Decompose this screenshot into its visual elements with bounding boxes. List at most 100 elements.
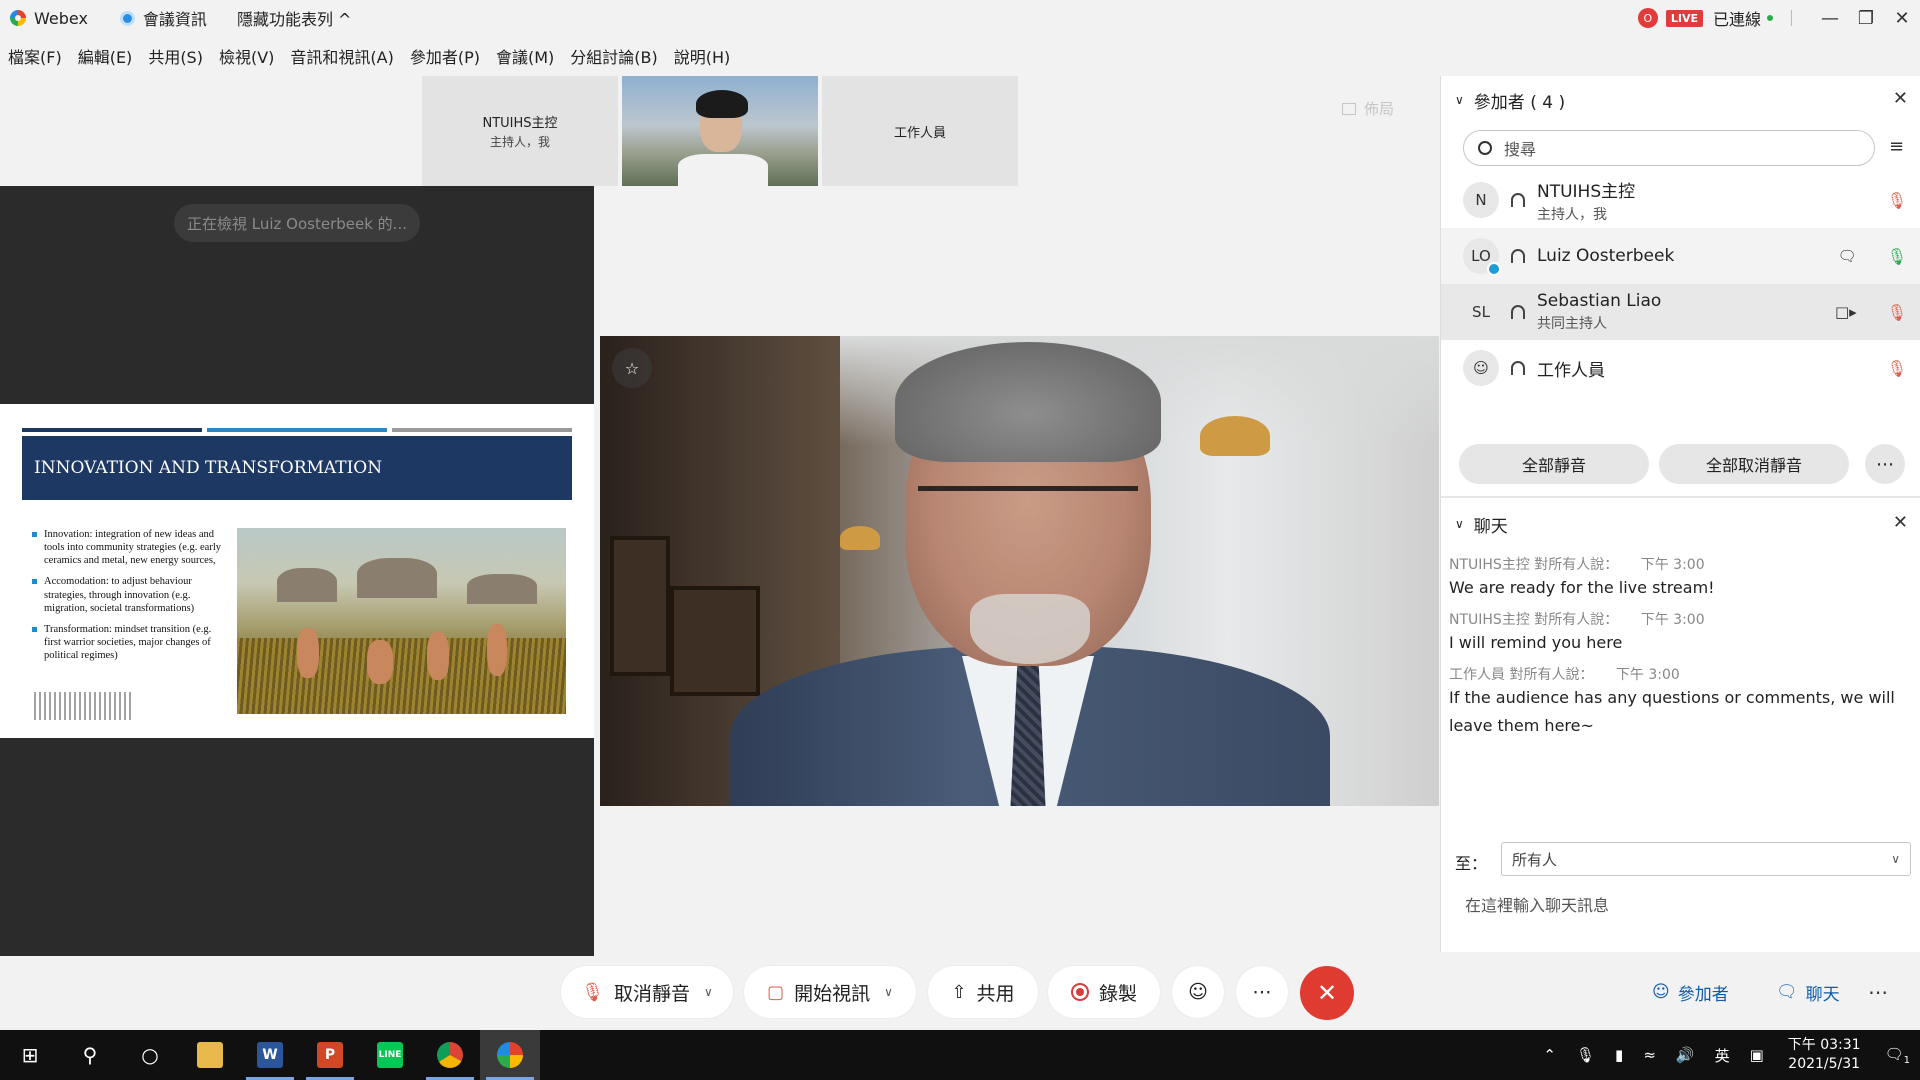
thumbnail-host[interactable]: NTUIHS主控 主持人，我 xyxy=(422,76,618,186)
taskbar-clock[interactable]: 下午 03:31 2021/5/31 xyxy=(1788,1036,1861,1074)
participant-icons: □▸ 🎙 xyxy=(1835,303,1907,322)
chevron-down-icon[interactable]: ∨ xyxy=(704,985,713,999)
file-explorer-icon[interactable] xyxy=(180,1030,240,1080)
meeting-info-button[interactable]: 會議資訊 xyxy=(119,6,207,30)
participants-toggle-button[interactable]: ☺ 參加者 xyxy=(1652,966,1729,1018)
chat-text: We are ready for the live stream! xyxy=(1449,578,1715,597)
chat-toggle-button[interactable]: 🗨 聊天 xyxy=(1776,966,1840,1018)
menu-share[interactable]: 共用(S) xyxy=(148,44,203,68)
video-person-hair xyxy=(895,342,1161,462)
word-icon[interactable]: W xyxy=(240,1030,300,1080)
menu-view[interactable]: 檢視(V) xyxy=(219,44,274,68)
pin-icon[interactable]: ☆ xyxy=(612,348,652,388)
chat-sender: 工作人員 對所有人說： xyxy=(1449,667,1594,683)
participant-search-input[interactable]: 搜尋 xyxy=(1463,130,1875,166)
chat-bubble-icon[interactable]: 🗨 xyxy=(1838,247,1857,265)
powerpoint-icon[interactable]: P xyxy=(300,1030,360,1080)
participants-header[interactable]: ∨ 參加者 ( 4 ) xyxy=(1455,84,1565,116)
notifications-icon[interactable]: 🗨1 xyxy=(1885,1045,1910,1066)
chrome-icon[interactable] xyxy=(420,1030,480,1080)
live-badge[interactable]: LIVE xyxy=(1665,9,1703,27)
mic-active-icon[interactable]: 🎙 xyxy=(1887,247,1907,266)
mic-muted-locked-icon[interactable]: 🎙 xyxy=(1887,359,1907,378)
share-button[interactable]: ⇧ 共用 xyxy=(928,966,1038,1018)
mic-muted-icon[interactable]: 🎙 xyxy=(1887,303,1907,322)
clock-date: 2021/5/31 xyxy=(1788,1056,1861,1072)
webex-logo-icon xyxy=(10,10,26,26)
webex-taskbar-icon[interactable] xyxy=(480,1030,540,1080)
menu-participants[interactable]: 參加者(P) xyxy=(410,44,480,68)
slide-bullet: Transformation: mindset transition (e.g.… xyxy=(30,623,230,662)
chevron-down-icon[interactable]: ∨ xyxy=(884,985,893,999)
participant-name: NTUIHS主控 xyxy=(1537,181,1636,202)
mute-all-button[interactable]: 全部靜音 xyxy=(1459,444,1649,484)
unmute-all-button[interactable]: 全部取消靜音 xyxy=(1659,444,1849,484)
record-label: 錄製 xyxy=(1098,982,1137,1005)
slide-logos xyxy=(34,692,134,720)
restore-icon[interactable]: ❐ xyxy=(1848,8,1884,29)
chat-sender: NTUIHS主控 對所有人說： xyxy=(1449,612,1619,628)
menu-audio-video[interactable]: 音訊和視訊(A) xyxy=(290,44,393,68)
sort-icon[interactable]: ≡ xyxy=(1889,136,1904,157)
microphone-tray-icon[interactable]: 🎙 xyxy=(1576,1046,1595,1064)
recording-indicator-icon: O xyxy=(1637,8,1658,28)
volume-icon[interactable]: 🔊 xyxy=(1676,1046,1695,1064)
start-video-button[interactable]: ▢ 開始視訊 ∨ xyxy=(744,966,916,1018)
user-avatar-icon: ☺ xyxy=(1463,350,1499,386)
close-participants-icon[interactable]: ✕ xyxy=(1893,88,1908,109)
mic-muted-icon[interactable]: 🎙 xyxy=(1887,191,1907,210)
panel-more-button[interactable]: ⋯ xyxy=(1868,966,1888,1018)
ime-indicator[interactable]: 英 xyxy=(1715,1045,1730,1066)
connection-status: 已連線 xyxy=(1712,10,1761,29)
chat-time: 下午 3:00 xyxy=(1615,667,1680,683)
thumbnail-staff[interactable]: 工作人員 xyxy=(822,76,1018,186)
hide-menu-bar-button[interactable]: 隱藏功能表列 ^ xyxy=(237,6,352,30)
chat-input[interactable]: 在這裡輸入聊天訊息 xyxy=(1465,892,1609,916)
leave-meeting-button[interactable]: ✕ xyxy=(1300,966,1354,1020)
record-button[interactable]: 錄製 xyxy=(1048,966,1160,1018)
chat-header[interactable]: ∨ 聊天 xyxy=(1455,508,1508,540)
close-window-icon[interactable]: ✕ xyxy=(1884,8,1920,29)
participant-name: 工作人員 xyxy=(1537,360,1605,381)
thumbnail-person-hair xyxy=(696,90,748,118)
participant-row[interactable]: ☺ 工作人員 🎙 xyxy=(1441,340,1920,396)
more-options-icon[interactable]: ⋯ xyxy=(1865,444,1905,484)
chat-recipient-select[interactable]: 所有人 ∨ xyxy=(1501,842,1911,876)
menu-breakout[interactable]: 分組討論(B) xyxy=(570,44,657,68)
shared-content-panel[interactable]: 正在檢視 Luiz Oosterbeek 的... INNOVATION AND… xyxy=(0,186,594,956)
layout-icon xyxy=(1342,102,1356,115)
menu-help[interactable]: 說明(H) xyxy=(674,44,731,68)
more-controls-button[interactable]: ⋯ xyxy=(1236,966,1288,1018)
participant-row[interactable]: N NTUIHS主控 主持人，我 🎙 xyxy=(1441,172,1920,228)
participant-name: Luiz Oosterbeek xyxy=(1537,246,1675,266)
line-app-icon[interactable]: LINE xyxy=(360,1030,420,1080)
participant-role: 主持人，我 xyxy=(1537,206,1607,223)
battery-icon[interactable]: ▮ xyxy=(1615,1046,1623,1064)
menu-meeting[interactable]: 會議(M) xyxy=(496,44,554,68)
ime-mode-icon[interactable]: ▣ xyxy=(1750,1046,1764,1064)
participant-row[interactable]: SL Sebastian Liao 共同主持人 □▸ 🎙 xyxy=(1441,284,1920,340)
participant-row[interactable]: LO Luiz Oosterbeek 🗨 🎙 xyxy=(1441,228,1920,284)
avatar: LO xyxy=(1463,238,1501,276)
headset-icon xyxy=(1511,361,1525,375)
wifi-icon[interactable]: ≈ xyxy=(1643,1046,1656,1064)
windows-start-icon[interactable]: ⊞ xyxy=(0,1030,60,1080)
video-camera-icon[interactable]: □▸ xyxy=(1835,303,1857,321)
share-icon: ⇧ xyxy=(951,981,967,1003)
layout-button[interactable]: 佈局 xyxy=(1342,98,1394,119)
avatar: N xyxy=(1463,182,1499,218)
minimize-icon[interactable]: — xyxy=(1812,8,1848,29)
menu-file[interactable]: 檔案(F) xyxy=(8,44,62,68)
reactions-button[interactable]: ☺ xyxy=(1172,966,1224,1018)
viewing-share-pill[interactable]: 正在檢視 Luiz Oosterbeek 的... xyxy=(174,204,420,242)
participants-toggle-label: 參加者 xyxy=(1677,984,1729,1005)
menu-edit[interactable]: 編輯(E) xyxy=(78,44,133,68)
close-chat-icon[interactable]: ✕ xyxy=(1893,512,1908,533)
tray-chevron-up-icon[interactable]: ⌃ xyxy=(1543,1046,1556,1064)
chat-text: If the audience has any questions or com… xyxy=(1449,688,1895,735)
unmute-button[interactable]: 🎙 取消靜音 ∨ xyxy=(561,966,733,1018)
task-view-icon[interactable]: ○ xyxy=(120,1030,180,1080)
main-video-feed[interactable] xyxy=(600,336,1439,806)
thumbnail-video-participant[interactable] xyxy=(622,76,818,186)
search-icon[interactable]: ⚲ xyxy=(60,1030,120,1080)
